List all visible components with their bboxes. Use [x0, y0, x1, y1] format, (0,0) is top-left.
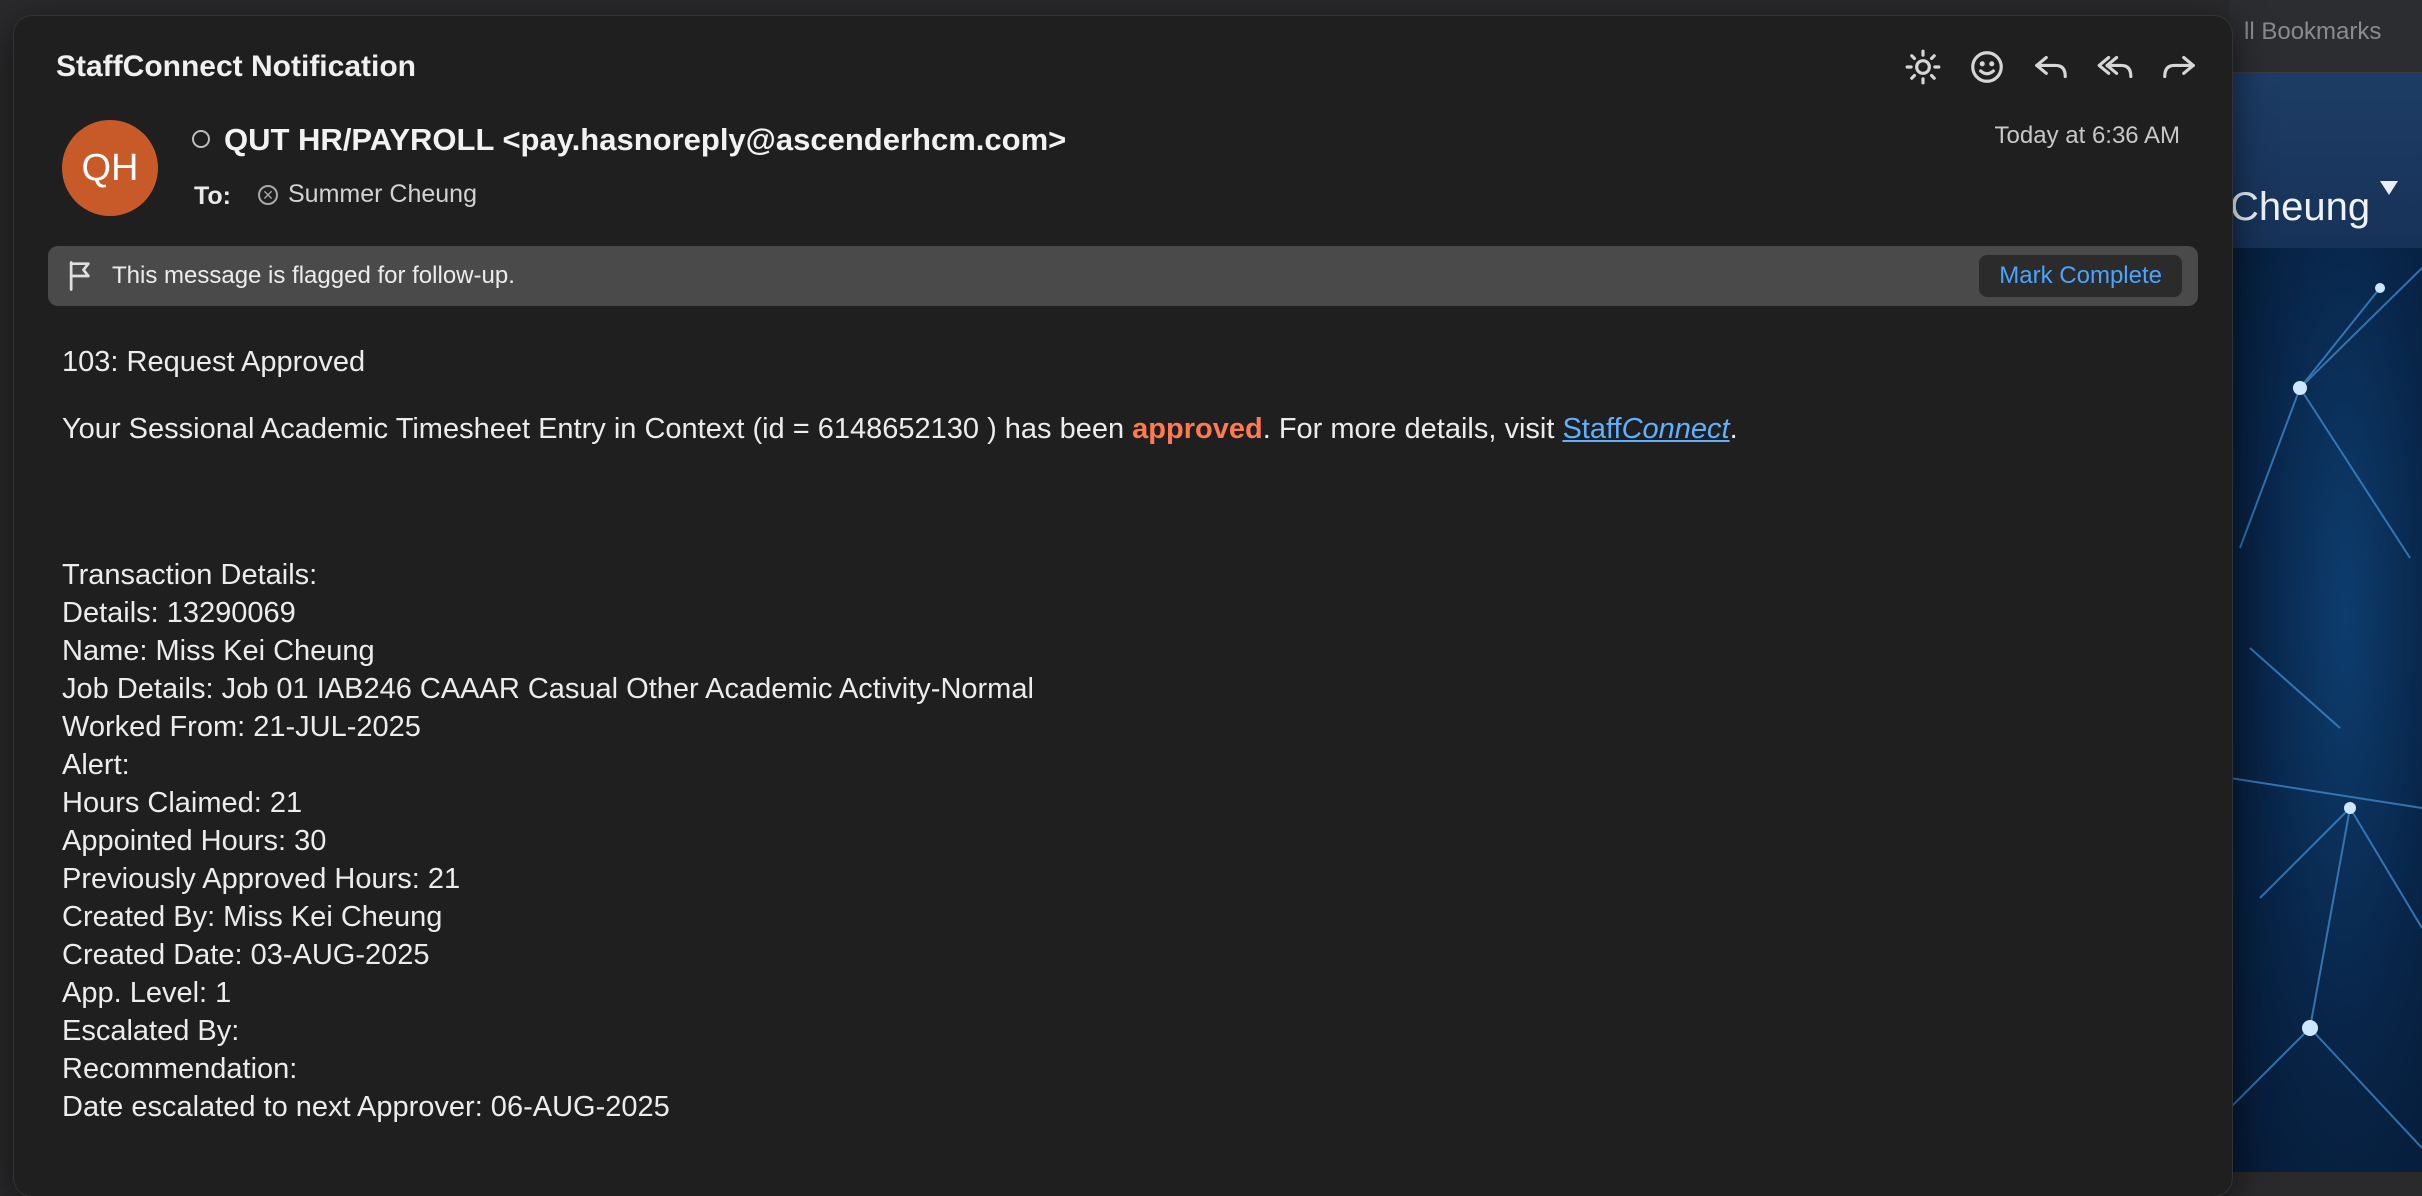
follow-up-flag-banner: This message is flagged for follow-up. M…	[48, 246, 2198, 306]
emoji-icon[interactable]	[1966, 46, 2008, 88]
detail-line: Appointed Hours: 30	[62, 825, 327, 857]
link-text-staff: Staff	[1562, 413, 1622, 445]
message-body: 103: Request Approved Your Sessional Aca…	[62, 346, 2162, 1126]
brightness-icon[interactable]	[1902, 46, 1944, 88]
background-window: ll Bookmarks Cheung	[2230, 0, 2422, 1172]
to-label: To:	[194, 182, 232, 210]
intro-paragraph: Your Sessional Academic Timesheet Entry …	[62, 413, 2162, 446]
detail-line: Alert:	[62, 749, 130, 781]
request-title: 103: Request Approved	[62, 346, 366, 378]
message-subject: StaffConnect Notification	[56, 50, 416, 83]
message-timestamp: Today at 6:36 AM	[1994, 122, 2180, 149]
detail-line: Created Date: 03-AUG-2025	[62, 939, 430, 971]
message-toolbar	[1902, 46, 2200, 88]
recipient-name: Summer Cheung	[288, 180, 477, 208]
bookmarks-label[interactable]: ll Bookmarks	[2244, 18, 2381, 46]
detail-line: Previously Approved Hours: 21	[62, 863, 461, 895]
link-text-connect: Connect	[1621, 413, 1730, 445]
detail-line: Escalated By:	[62, 1015, 240, 1047]
detail-line: Worked From: 21-JUL-2025	[62, 711, 421, 743]
reply-icon[interactable]	[2030, 46, 2072, 88]
intro-text: Your Sessional Academic Timesheet Entry …	[62, 413, 1133, 445]
detail-line: Recommendation:	[62, 1053, 298, 1085]
detail-line: App. Level: 1	[62, 977, 232, 1009]
avatar: QH	[62, 120, 158, 216]
recipient-chip[interactable]: ✕ Summer Cheung	[258, 180, 477, 209]
detail-line: Job Details: Job 01 IAB246 CAAAR Casual …	[62, 673, 1034, 705]
intro-end-text: .	[1729, 413, 1738, 445]
reply-all-icon[interactable]	[2094, 46, 2136, 88]
mail-message-window: StaffConnect Notification QH QUT HR/PAYR…	[14, 16, 2232, 1196]
sender-address[interactable]: QUT HR/PAYROLL <pay.hasnoreply@ascenderh…	[224, 122, 1066, 158]
staffconnect-link[interactable]: StaffConnect	[1562, 413, 1729, 445]
flag-message: This message is flagged for follow-up.	[112, 262, 515, 289]
detail-line: Created By: Miss Kei Cheung	[62, 901, 443, 933]
transaction-details: Transaction Details: Details: 13290069 N…	[62, 556, 2162, 1126]
flag-icon	[66, 260, 96, 292]
detail-line: Hours Claimed: 21	[62, 787, 303, 819]
detail-line: Details: 13290069	[62, 597, 296, 629]
background-header: Cheung	[2230, 73, 2422, 248]
background-toolbar: ll Bookmarks	[2230, 0, 2422, 73]
background-network-art	[2230, 248, 2422, 1172]
detail-line: Transaction Details:	[62, 559, 318, 591]
forward-icon[interactable]	[2158, 46, 2200, 88]
approved-text: approved	[1132, 413, 1263, 445]
detail-line: Name: Miss Kei Cheung	[62, 635, 375, 667]
network-lines-graphic	[2230, 267, 2422, 1149]
chevron-down-icon[interactable]	[2380, 181, 2398, 195]
unread-status-circle-icon[interactable]	[192, 130, 210, 148]
mark-complete-button[interactable]: Mark Complete	[1979, 255, 2182, 297]
intro-middle-text: . For more details, visit	[1262, 413, 1563, 445]
close-circle-icon: ✕	[258, 184, 278, 205]
background-user-name: Cheung	[2230, 185, 2371, 229]
detail-line: Date escalated to next Approver: 06-AUG-…	[62, 1091, 670, 1123]
